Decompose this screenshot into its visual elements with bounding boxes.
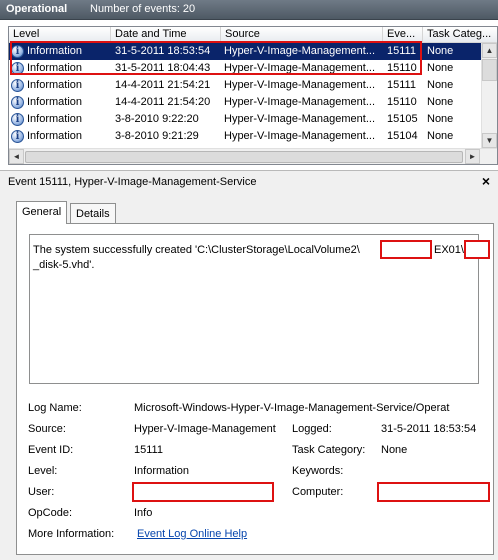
scroll-left-icon[interactable]: ◄: [9, 149, 24, 164]
event-rows: i Information 31-5-2011 18:53:54 Hyper-V…: [9, 43, 481, 145]
message-line-1: The system successfully created 'C:\Clus…: [33, 244, 360, 256]
event-task: None: [427, 130, 454, 142]
information-icon: i: [11, 62, 24, 75]
details-header: Event 15111, Hyper-V-Image-Management-Se…: [0, 170, 498, 194]
task-category-label: Task Category:: [292, 444, 366, 456]
event-task: None: [427, 45, 454, 57]
event-source: Hyper-V-Image-Management...: [224, 130, 376, 142]
log-name-value: Microsoft-Windows-Hyper-V-Image-Manageme…: [134, 402, 450, 414]
information-icon: i: [11, 96, 24, 109]
event-id: 15104: [387, 130, 418, 142]
level-value: Information: [134, 465, 190, 477]
column-task-category[interactable]: Task Categ...: [423, 27, 497, 42]
level-label: Level:: [28, 465, 58, 477]
message-path: The system successfully created 'C:\Clus…: [33, 244, 360, 256]
user-label: User:: [28, 486, 55, 498]
event-level: Information: [27, 130, 83, 142]
event-source: Hyper-V-Image-Management...: [224, 45, 376, 57]
computer-label: Computer:: [292, 486, 344, 498]
information-icon: i: [11, 130, 24, 143]
redacted-box: [464, 240, 490, 259]
event-source: Hyper-V-Image-Management...: [224, 79, 376, 91]
table-row[interactable]: i Information 31-5-2011 18:04:43 Hyper-V…: [9, 60, 481, 77]
event-id-label: Event ID:: [28, 444, 74, 456]
event-task: None: [427, 62, 454, 74]
scroll-down-icon[interactable]: ▼: [482, 133, 497, 148]
event-task: None: [427, 113, 454, 125]
details-title: Event 15111, Hyper-V-Image-Management-Se…: [8, 176, 257, 188]
event-log-online-help-link[interactable]: Event Log Online Help: [137, 528, 247, 540]
event-id: 15105: [387, 113, 418, 125]
information-icon: i: [11, 79, 24, 92]
details-pane: General Details The system successfully …: [0, 193, 498, 560]
event-task: None: [427, 79, 454, 91]
more-information-label: More Information:: [28, 528, 115, 540]
event-source: Hyper-V-Image-Management...: [224, 113, 376, 125]
information-icon: i: [11, 45, 24, 58]
keywords-label: Keywords:: [292, 465, 344, 477]
event-level: Information: [27, 45, 83, 57]
horizontal-scrollbar[interactable]: ◄ ►: [9, 148, 497, 164]
logged-label: Logged:: [292, 423, 332, 435]
column-date-time[interactable]: Date and Time: [111, 27, 221, 42]
event-datetime: 14-4-2011 21:54:21: [115, 79, 211, 91]
event-datetime: 14-4-2011 21:54:20: [115, 96, 211, 108]
event-level: Information: [27, 113, 83, 125]
logged-value: 31-5-2011 18:53:54: [381, 423, 477, 435]
vertical-scrollbar[interactable]: ▲ ▼: [481, 43, 497, 148]
event-datetime: 3-8-2010 9:22:20: [115, 113, 199, 125]
event-id-value: 15111: [134, 444, 163, 456]
general-panel: The system successfully created 'C:\Clus…: [16, 223, 494, 555]
log-header-bar: Operational Number of events: 20: [0, 0, 498, 20]
event-message: The system successfully created 'C:\Clus…: [29, 234, 490, 384]
table-row[interactable]: i Information 3-8-2010 9:22:20 Hyper-V-I…: [9, 111, 481, 128]
log-title: Operational: [6, 3, 68, 15]
redacted-box: [132, 482, 274, 502]
redacted-box: [380, 240, 432, 259]
scroll-up-icon[interactable]: ▲: [482, 43, 497, 58]
opcode-label: OpCode:: [28, 507, 73, 519]
column-event-id[interactable]: Eve...: [383, 27, 423, 42]
event-datetime: 3-8-2010 9:21:29: [115, 130, 199, 142]
event-source: Hyper-V-Image-Management...: [224, 62, 376, 74]
tab-details[interactable]: Details: [70, 203, 116, 223]
event-datetime: 31-5-2011 18:04:43: [115, 62, 211, 74]
event-id: 15110: [387, 62, 417, 74]
close-icon[interactable]: ×: [482, 173, 490, 189]
column-level[interactable]: Level: [9, 27, 111, 42]
table-row[interactable]: i Information 14-4-2011 21:54:20 Hyper-V…: [9, 94, 481, 111]
message-path-part: EX01\: [434, 244, 464, 256]
information-icon: i: [11, 113, 24, 126]
event-id: 15111: [387, 45, 416, 57]
scroll-thumb[interactable]: [482, 59, 497, 81]
column-source[interactable]: Source: [221, 27, 383, 42]
scroll-right-icon[interactable]: ►: [465, 149, 480, 164]
source-value: Hyper-V-Image-Management: [134, 423, 276, 435]
table-row[interactable]: i Information 31-5-2011 18:53:54 Hyper-V…: [9, 43, 481, 60]
event-source: Hyper-V-Image-Management...: [224, 96, 376, 108]
log-name-label: Log Name:: [28, 402, 82, 414]
event-datetime: 31-5-2011 18:53:54: [115, 45, 211, 57]
event-id: 15110: [387, 96, 417, 108]
task-category-value: None: [381, 444, 408, 456]
column-header: Level Date and Time Source Eve... Task C…: [9, 27, 497, 43]
event-id: 15111: [387, 79, 416, 91]
table-row[interactable]: i Information 3-8-2010 9:21:29 Hyper-V-I…: [9, 128, 481, 145]
event-task: None: [427, 96, 454, 108]
event-level: Information: [27, 79, 83, 91]
redacted-box: [377, 482, 490, 502]
table-row[interactable]: i Information 14-4-2011 21:54:21 Hyper-V…: [9, 77, 481, 94]
event-level: Information: [27, 62, 83, 74]
horizontal-scroll-thumb[interactable]: [25, 151, 463, 163]
event-level: Information: [27, 96, 83, 108]
event-count: Number of events: 20: [90, 3, 196, 15]
event-list[interactable]: Level Date and Time Source Eve... Task C…: [8, 26, 498, 165]
tab-general[interactable]: General: [16, 201, 68, 224]
opcode-value: Info: [134, 507, 153, 519]
source-label: Source:: [28, 423, 66, 435]
message-line-2: _disk-5.vhd'.: [33, 259, 95, 271]
